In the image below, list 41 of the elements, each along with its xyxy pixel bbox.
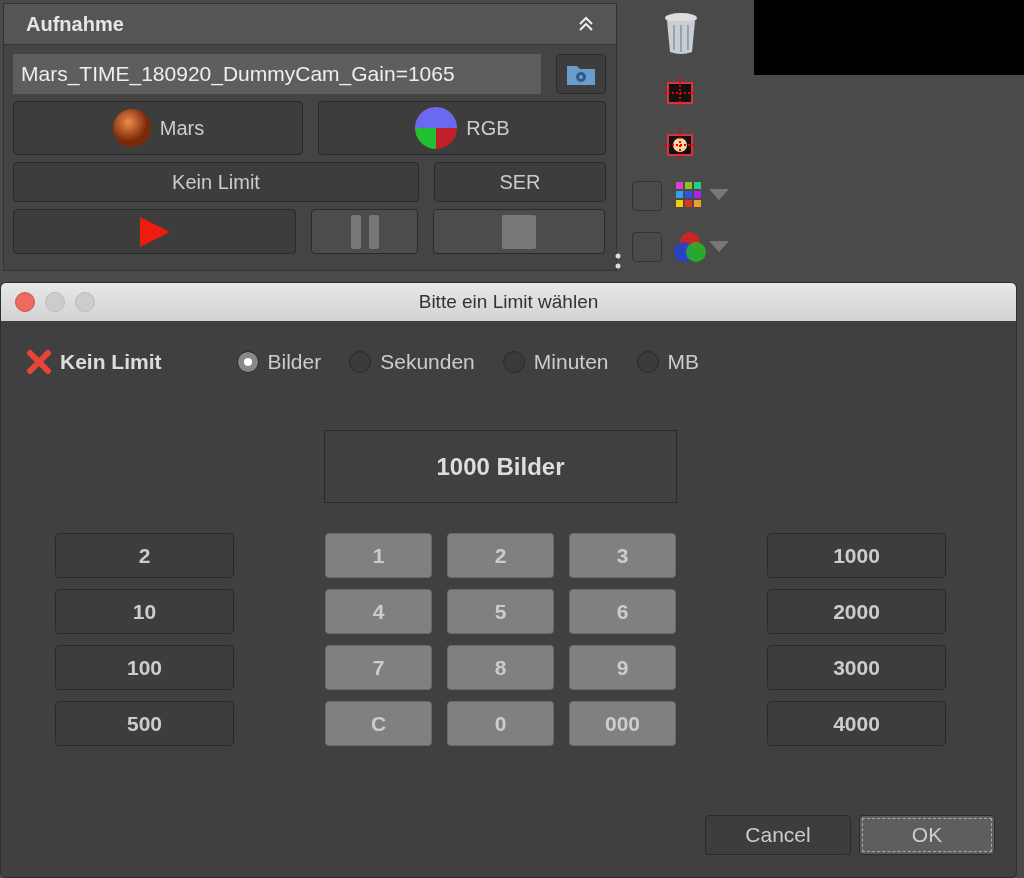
play-icon [137,214,172,249]
object-button[interactable]: Mars [13,101,303,155]
preset-button[interactable]: 10 [55,589,234,634]
color-grid-icon[interactable] [675,181,703,209]
caret-icon[interactable] [709,241,729,253]
stop-icon [501,213,537,250]
pause-icon [348,212,381,251]
preset-button[interactable]: 2 [55,533,234,578]
limit-button[interactable]: Kein Limit [13,162,419,202]
caret-icon[interactable] [709,189,729,201]
preset-button[interactable]: 3000 [767,645,946,690]
unit-radio[interactable]: Minuten [502,350,609,374]
limit-display: 1000 Bilder [324,430,677,503]
planet-target-icon[interactable] [664,129,696,161]
no-limit-button[interactable]: Kein Limit [26,349,162,375]
planet-icon [111,108,152,148]
trash-icon[interactable] [664,12,698,55]
color-ball-icon [414,106,459,150]
cross-icon [26,349,52,375]
unit-radio[interactable]: Sekunden [349,350,475,374]
color-circles-icon[interactable] [673,231,707,264]
record-button[interactable] [13,209,296,254]
folder-settings-button[interactable] [556,54,606,94]
preset-button[interactable]: 100 [55,645,234,690]
crosshair-icon[interactable] [664,77,696,109]
dialog-button[interactable]: Cancel [705,815,851,855]
grip-icon[interactable] [615,253,621,269]
dialog-title: Bitte ein Limit wählen [418,291,599,313]
unit-radio[interactable]: Bilder [236,350,322,374]
dialog-button[interactable]: OK [859,815,995,855]
format-button[interactable]: SER [434,162,606,202]
color-button[interactable]: RGB [318,101,606,155]
preset-button[interactable]: 1000 [767,533,946,578]
collapse-icon[interactable] [578,16,594,32]
close-button[interactable] [15,292,35,312]
preset-button[interactable]: 500 [55,701,234,746]
filename-field[interactable]: Mars_TIME_180920_DummyCam_Gain=1065 [13,54,541,94]
unit-radio[interactable]: MB [636,350,700,374]
preset-button[interactable]: 2000 [767,589,946,634]
preset-button[interactable]: 4000 [767,701,946,746]
panel-title: Aufnahme [26,12,124,36]
